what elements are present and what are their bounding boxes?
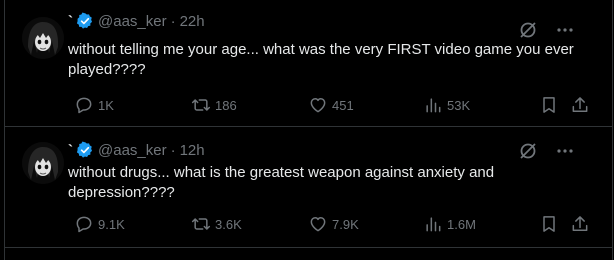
display-name[interactable]: ` (68, 13, 73, 30)
timestamp[interactable]: 12h (180, 142, 205, 159)
bookmark-icon[interactable] (539, 214, 559, 234)
separator-dot: · (170, 12, 176, 30)
grok-icon[interactable] (518, 141, 538, 161)
views-icon (426, 98, 441, 113)
reply-count: 9.1K (98, 216, 125, 232)
tweet[interactable]: ` @aas_ker · 22h without telling me your… (5, 0, 612, 126)
tweet-text[interactable]: without telling me your age... what was … (68, 40, 588, 80)
repost-count: 3.6K (215, 216, 242, 232)
views-button[interactable]: 1.6M (423, 214, 476, 234)
grok-icon[interactable] (518, 20, 538, 40)
display-name[interactable]: ` (68, 142, 73, 159)
reply-icon (76, 97, 92, 114)
tweet-header-actions (518, 20, 574, 40)
bookmark-icon[interactable] (539, 95, 559, 115)
tweet-text[interactable]: without drugs... what is the greatest we… (68, 163, 588, 203)
views-button[interactable]: 53K (423, 95, 470, 115)
like-button[interactable]: 451 (308, 95, 354, 115)
share-icon[interactable] (570, 95, 590, 115)
reply-button[interactable]: 1K (74, 95, 114, 115)
share-icon[interactable] (570, 214, 590, 234)
tweet-header: ` @aas_ker · 22h (68, 11, 205, 31)
handle[interactable]: @aas_ker (98, 142, 167, 159)
repost-count: 186 (215, 97, 237, 113)
verified-badge-icon (76, 12, 93, 29)
reply-count: 1K (98, 97, 114, 113)
view-count: 1.6M (447, 216, 476, 232)
tweet-divider (5, 247, 612, 248)
like-icon (310, 98, 326, 113)
like-icon (310, 217, 326, 232)
tweet-header-actions (518, 141, 574, 161)
timeline: ` @aas_ker · 22h without telling me your… (0, 0, 614, 260)
tweet-actions: 9.1K 3.6K 7.9K 1.6M (68, 214, 588, 234)
repost-icon (191, 218, 211, 230)
reply-icon (76, 216, 92, 233)
more-icon[interactable] (556, 142, 574, 160)
tweet-header: ` @aas_ker · 12h (68, 140, 205, 160)
repost-button[interactable]: 3.6K (191, 214, 242, 234)
timestamp[interactable]: 22h (180, 13, 205, 30)
like-button[interactable]: 7.9K (308, 214, 359, 234)
more-icon[interactable] (556, 21, 574, 39)
tweet[interactable]: ` @aas_ker · 12h without drugs... what i… (5, 127, 612, 247)
avatar[interactable] (22, 17, 64, 59)
tweet-actions: 1K 186 451 53K (68, 95, 588, 115)
reply-button[interactable]: 9.1K (74, 214, 125, 234)
avatar[interactable] (22, 142, 64, 184)
repost-button[interactable]: 186 (191, 95, 237, 115)
timeline-border-right (612, 0, 613, 260)
repost-icon (191, 99, 211, 111)
verified-badge-icon (76, 141, 93, 158)
separator-dot: · (170, 141, 176, 159)
like-count: 451 (332, 97, 354, 113)
like-count: 7.9K (332, 216, 359, 232)
views-icon (426, 217, 441, 232)
handle[interactable]: @aas_ker (98, 13, 167, 30)
view-count: 53K (447, 97, 471, 113)
